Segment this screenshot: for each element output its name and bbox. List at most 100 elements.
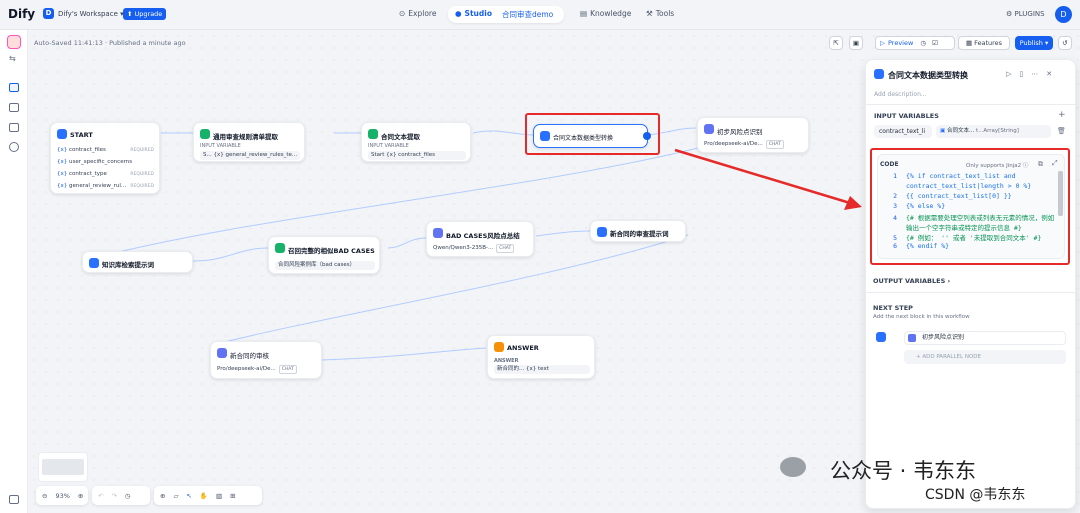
home-icon	[57, 129, 67, 139]
nav-knowledge[interactable]: ▤ Knowledge	[580, 9, 631, 18]
node-new-prompt[interactable]: 新合同的审查提示词	[590, 220, 686, 242]
minimap-viewport[interactable]	[42, 459, 84, 475]
nav-explore-label: Explore	[408, 9, 437, 18]
start-var-row: {x} contract_files	[57, 147, 106, 153]
node-title: 知识库检索提示词	[102, 261, 154, 269]
code-icon	[89, 258, 99, 268]
swap-icon[interactable]: ⇆	[9, 54, 16, 63]
minimap[interactable]	[38, 452, 88, 482]
required-badge: REQUIRED	[130, 184, 154, 189]
node-title: 通用审查规则清单提取	[213, 133, 278, 141]
app-selector[interactable]: 合同审查demo	[502, 9, 553, 20]
node-start-title: START	[70, 131, 93, 139]
annotation-arrow	[674, 148, 862, 210]
help-icon[interactable]: ▯	[1019, 70, 1023, 78]
export-image-icon[interactable]: ▧	[216, 492, 222, 500]
dify-logo[interactable]: Dify	[8, 7, 35, 21]
zoom-in-icon[interactable]: ⊕	[78, 492, 83, 500]
model-row: Pro/deepseek-ai/De... CHAT	[217, 365, 297, 374]
next-node-item[interactable]: 初步风险点识别	[904, 331, 1066, 345]
code-header: CODE	[880, 161, 899, 168]
add-variable-icon[interactable]: +	[1058, 110, 1066, 120]
code-editor[interactable]: CODE Only supports Jinja2 ⓘ ⧉ ⤢ 1 {% if c…	[877, 154, 1065, 259]
required-badge: REQUIRED	[130, 148, 154, 153]
code-section: CODE Only supports Jinja2 ⓘ ⧉ ⤢ 1 {% if c…	[877, 154, 1069, 261]
knowledge-row: 合同风险案例库（bad cases）	[275, 261, 375, 270]
app-icon[interactable]	[7, 35, 21, 49]
code-icon	[876, 332, 886, 342]
logs-icon[interactable]	[9, 123, 19, 132]
input-variable-label: INPUT VARIABLE	[368, 143, 409, 149]
more-icon[interactable]: ⋯	[1031, 70, 1038, 78]
zoom-out-icon[interactable]: ⊖	[42, 492, 47, 500]
organize-icon[interactable]: ⊞	[230, 492, 235, 500]
nav-tools-label: Tools	[655, 9, 675, 18]
input-var-name-field[interactable]: contract_text_li	[874, 125, 932, 138]
copy-icon[interactable]: ⧉	[1038, 160, 1043, 169]
left-sidebar: ⇆	[0, 30, 28, 513]
node-title: 新合同的审核	[230, 352, 269, 360]
panel-actions: ▷ ▯ ⋯ ✕	[1006, 70, 1052, 78]
node-badcases-retrieval[interactable]: 召回完整的相似BAD CASES 合同风险案例库（bad cases）	[268, 236, 380, 274]
llm-icon	[217, 348, 227, 358]
watermark-wechat: 公众号 · 韦东东	[830, 459, 977, 483]
run-icon[interactable]: ▷	[1006, 70, 1011, 78]
node-type-convert[interactable]: 合同文本数据类型转换	[533, 124, 651, 148]
model-row: Qwen/Qwen3-235B-... CHAT	[433, 244, 515, 253]
answer-label: ANSWER	[494, 358, 519, 364]
node-title: ANSWER	[507, 344, 539, 352]
hand-icon[interactable]: ✋	[200, 492, 208, 500]
node-start[interactable]: START {x} contract_files REQUIRED {x} us…	[50, 122, 160, 194]
nav-studio-label: Studio	[464, 9, 492, 18]
add-next-handle[interactable]	[643, 132, 651, 140]
node-rules-extract[interactable]: 通用审查规则清单提取 INPUT VARIABLE S... {x} gener…	[193, 122, 305, 162]
panel-title[interactable]: 合同文本数据类型转换	[888, 70, 968, 81]
node-new-review[interactable]: 新合同的审核 Pro/deepseek-ai/De... CHAT	[210, 341, 322, 379]
nav-explore[interactable]: ⊙ Explore	[399, 9, 436, 18]
plugins-button[interactable]: ⚙ PLUGINS	[1006, 10, 1045, 18]
zoom-level[interactable]: 93%	[55, 492, 69, 500]
add-parallel-node-button[interactable]: + ADD PARALLEL NODE	[904, 350, 1066, 364]
output-variables-toggle[interactable]: OUTPUT VARIABLES ›	[873, 277, 950, 285]
redo-icon[interactable]: ↷	[111, 492, 116, 500]
llm-icon	[433, 228, 443, 238]
nav-tools[interactable]: ⚒ Tools	[646, 9, 674, 18]
close-icon[interactable]: ✕	[1046, 70, 1052, 78]
undo-icon[interactable]: ↶	[98, 492, 103, 500]
node-title: 合同文本提取	[381, 133, 420, 141]
nav-knowledge-label: Knowledge	[590, 9, 632, 18]
edge-summary-newprompt	[535, 230, 591, 237]
workspace-switcher[interactable]: Dify's Workspace ▾	[58, 10, 124, 18]
code-scrollbar[interactable]	[1058, 171, 1063, 216]
add-node-icon[interactable]: ⊕	[160, 492, 165, 500]
node-kb-prompt[interactable]: 知识库检索提示词	[82, 251, 193, 273]
required-badge: REQUIRED	[130, 172, 154, 177]
watermark-csdn: CSDN @韦东东	[925, 487, 1026, 503]
input-variables-header: INPUT VARIABLES	[874, 112, 939, 120]
orchestrate-icon[interactable]	[9, 83, 19, 92]
code-icon	[540, 131, 550, 141]
upgrade-button[interactable]: ⬆ Upgrade	[123, 8, 167, 20]
template-icon	[368, 129, 378, 139]
monitoring-icon[interactable]	[9, 142, 19, 152]
node-title: 初步风险点识别	[717, 128, 763, 136]
input-var-reference[interactable]: ▣ 合同文本... t...Array[String]	[936, 125, 1051, 138]
pointer-icon[interactable]: ↖	[186, 492, 191, 500]
node-title: 召回完整的相似BAD CASES	[288, 247, 375, 255]
code-line: 6 {% endif %}	[893, 242, 950, 250]
api-access-icon[interactable]	[9, 103, 19, 112]
node-badcases-summary[interactable]: BAD CASES风险点总结 Qwen/Qwen3-235B-... CHAT	[426, 221, 534, 257]
nav-studio[interactable]: ● Studio	[455, 9, 492, 18]
plugin-icon: ⚙	[1006, 10, 1015, 18]
description-input[interactable]: Add description...	[874, 91, 927, 98]
collapse-sidebar-icon[interactable]	[9, 495, 19, 504]
trash-icon[interactable]: 🗑	[1057, 127, 1066, 135]
add-note-icon[interactable]: ▱	[173, 492, 178, 500]
node-answer[interactable]: ANSWER ANSWER 新合同的... {x} text	[487, 335, 595, 379]
node-contract-extract[interactable]: 合同文本提取 INPUT VARIABLE Start {x} contract…	[361, 122, 471, 162]
expand-icon[interactable]: ⤢	[1052, 159, 1058, 168]
canvas-tools: ⊕ ▱ ↖ ✋ ▧ ⊞	[154, 486, 262, 505]
user-avatar[interactable]: D	[1055, 6, 1072, 23]
history-icon[interactable]: ◷	[125, 492, 131, 500]
node-title: 新合同的审查提示词	[610, 230, 669, 238]
